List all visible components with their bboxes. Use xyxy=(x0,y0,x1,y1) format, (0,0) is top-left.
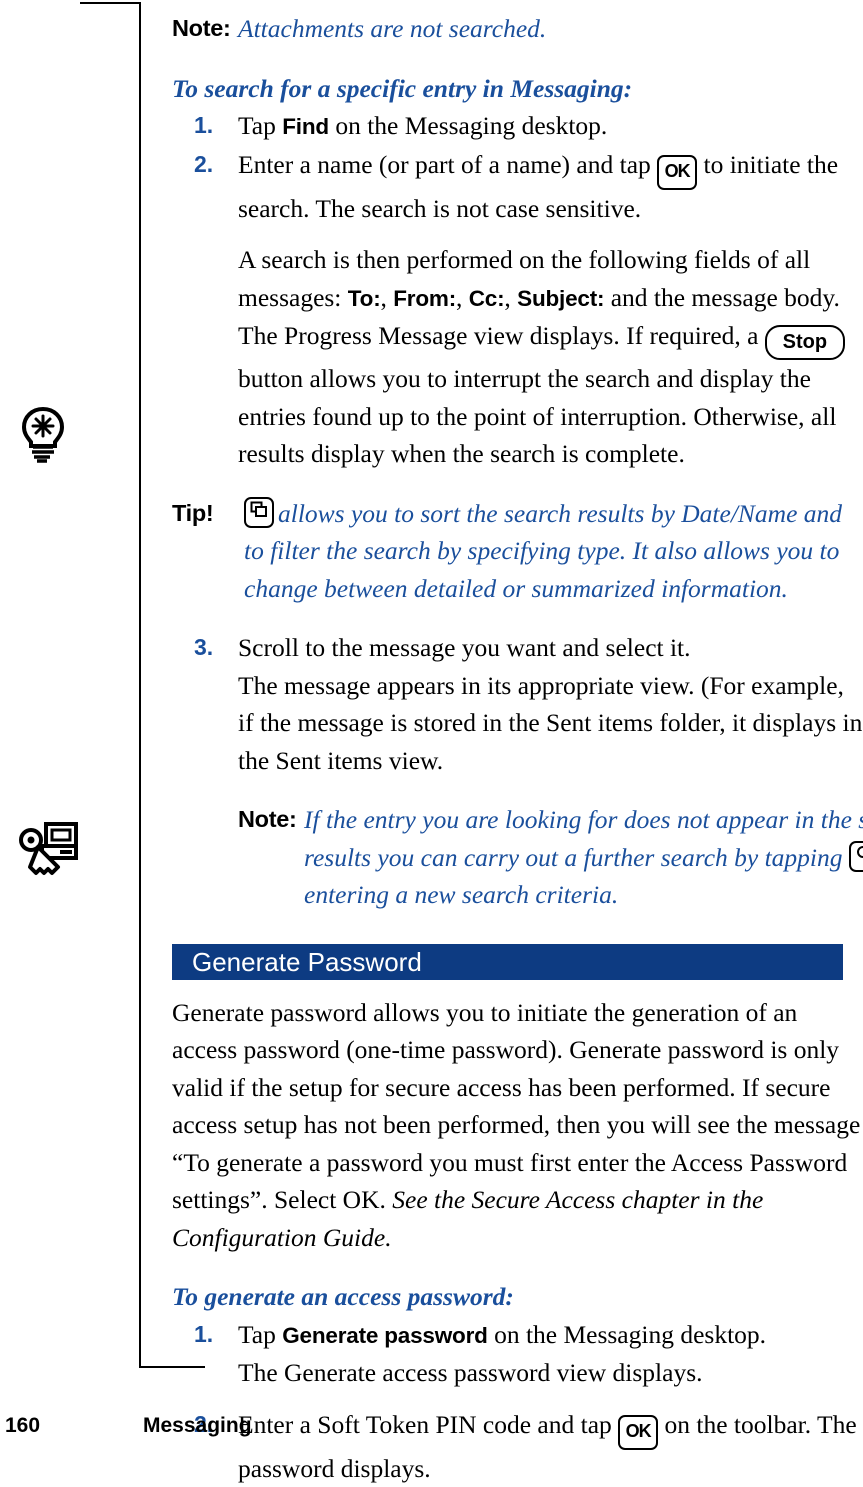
separator: , xyxy=(381,283,394,312)
cascade-windows-icon[interactable] xyxy=(244,497,274,528)
field-label-subject: Subject: xyxy=(517,286,604,311)
paragraph-text: button allows you to interrupt the searc… xyxy=(238,364,836,468)
field-label-from: From: xyxy=(393,286,456,311)
ui-label-find[interactable]: Find xyxy=(282,114,329,139)
step-text-before: Tap xyxy=(238,111,282,140)
step-text: Enter a name (or part of a name) and tap… xyxy=(238,146,863,228)
step-text-before: Enter a name (or part of a name) and tap xyxy=(238,150,657,179)
step-text: Tap Generate password on the Messaging d… xyxy=(238,1316,863,1355)
step-text-after: on the Messaging desktop. xyxy=(488,1320,766,1349)
ok-key-button[interactable]: OK xyxy=(657,155,697,190)
page-frame-vertical-rule xyxy=(139,2,141,1368)
step-number: 1. xyxy=(194,107,213,145)
step1-continuation-paragraph: The Generate access password view displa… xyxy=(172,1354,863,1392)
step-item: 3. Scroll to the message you want and se… xyxy=(172,629,863,667)
note-lead-label: Note: xyxy=(172,10,231,48)
step-text: Enter a Soft Token PIN code and tap OK o… xyxy=(238,1406,863,1487)
note-lead-label: Note: xyxy=(238,801,297,839)
step-number: 2. xyxy=(194,146,213,184)
generate-password-description: Generate password allows you to initiate… xyxy=(172,994,863,1257)
magnifier-icon[interactable] xyxy=(849,841,863,872)
step-number: 1. xyxy=(194,1316,213,1354)
tip-text: allows you to sort the search results by… xyxy=(244,499,842,603)
step-text: Scroll to the message you want and selec… xyxy=(238,629,863,667)
note-text: Attachments are not searched. xyxy=(238,14,546,43)
subheading-search-entry: To search for a specific entry in Messag… xyxy=(172,70,863,108)
note-block-attachments: Note: Attachments are not searched. xyxy=(172,10,863,48)
step-number: 3. xyxy=(194,629,213,667)
ok-key-button[interactable]: OK xyxy=(618,1415,658,1450)
section-header-generate-password: Generate Password xyxy=(172,944,843,980)
page-frame-top-rule xyxy=(80,2,141,4)
field-label-to: To: xyxy=(348,286,381,311)
step-text-after: on the Messaging desktop. xyxy=(329,111,607,140)
separator: , xyxy=(504,283,517,312)
step-text: Tap Find on the Messaging desktop. xyxy=(238,107,863,146)
note-text-before: If the entry you are looking for does no… xyxy=(304,805,863,872)
step-item: 1. Tap Find on the Messaging desktop. xyxy=(172,107,863,146)
step-text-before: Tap xyxy=(238,1320,282,1349)
note-block-further-search: Note: If the entry you are looking for d… xyxy=(238,801,863,914)
stop-button[interactable]: Stop xyxy=(765,325,845,360)
key-and-computer-icon xyxy=(18,818,78,883)
field-label-cc: Cc: xyxy=(469,286,505,311)
lightbulb-icon xyxy=(18,406,68,469)
step-item: 2. Enter a Soft Token PIN code and tap O… xyxy=(172,1406,863,1487)
step-item: 1. Tap Generate password on the Messagin… xyxy=(172,1316,863,1355)
tip-lead-label: Tip! xyxy=(172,495,213,533)
paragraph-text: Generate password allows you to initiate… xyxy=(172,998,860,1215)
page-content: Note: Attachments are not searched. To s… xyxy=(172,0,863,1487)
search-fields-paragraph: A search is then performed on the follow… xyxy=(172,241,863,473)
footer-page-number: 160 xyxy=(5,1414,40,1438)
separator: , xyxy=(456,283,469,312)
subheading-generate-password: To generate an access password: xyxy=(172,1278,863,1316)
step3-continuation-paragraph: The message appears in its appropriate v… xyxy=(172,667,863,780)
step-item: 2. Enter a name (or part of a name) and … xyxy=(172,146,863,228)
ui-label-generate-password[interactable]: Generate password xyxy=(282,1323,487,1348)
footer-chapter-title: Messaging xyxy=(143,1414,252,1438)
tip-block-sort-filter: Tip! allows you to sort the search resul… xyxy=(172,495,863,608)
step-text-before: Enter a Soft Token PIN code and tap xyxy=(238,1410,618,1439)
